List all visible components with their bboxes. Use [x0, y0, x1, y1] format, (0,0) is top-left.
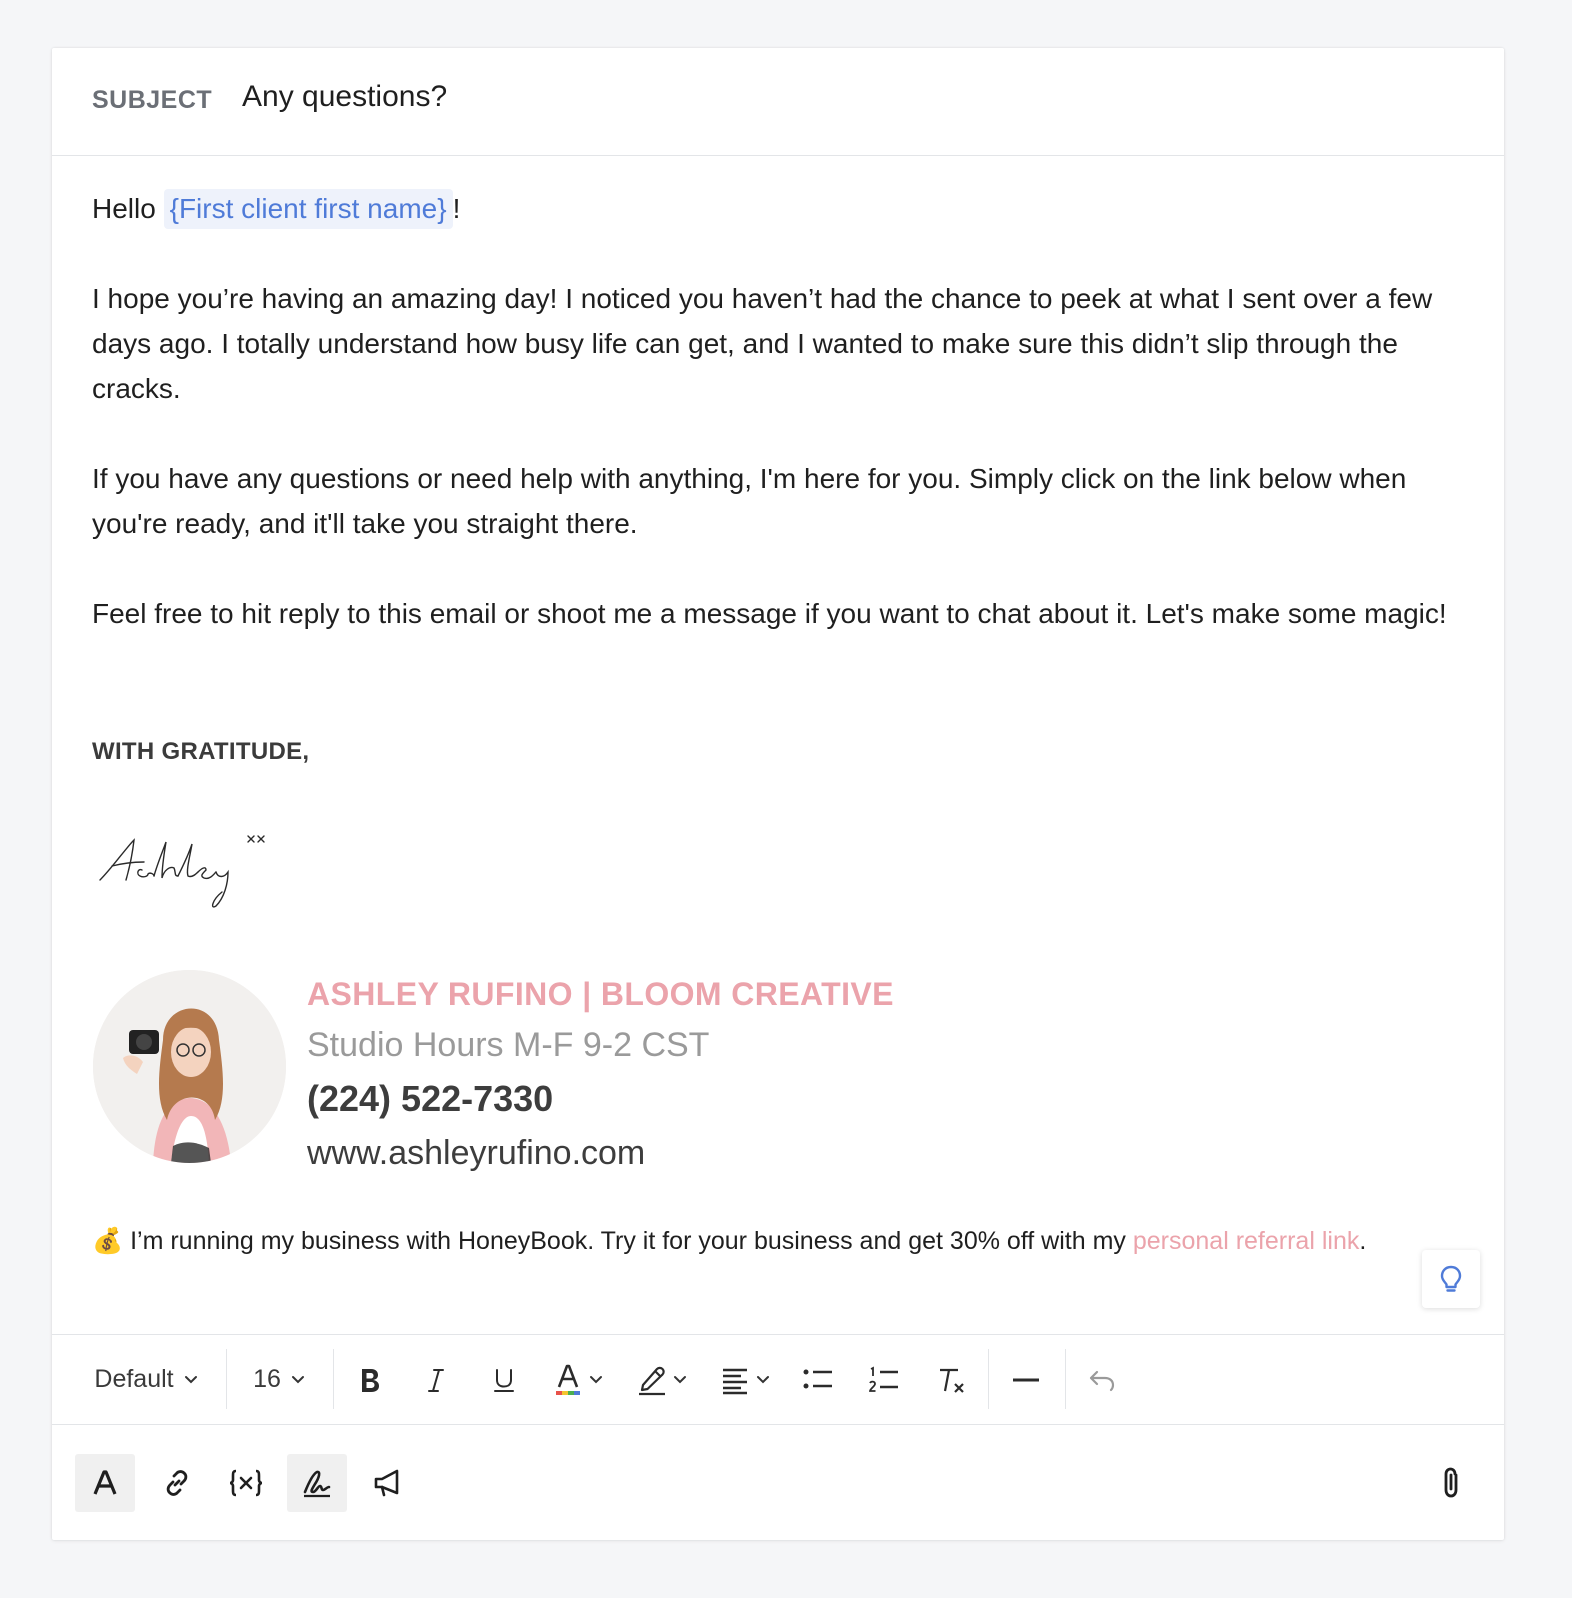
- signature-hours: Studio Hours M-F 9-2 CST: [307, 1026, 710, 1064]
- closing-text: WITH GRATITUDE,: [92, 738, 310, 765]
- greeting-suffix: !: [452, 193, 461, 224]
- font-family-select[interactable]: Default: [82, 1335, 212, 1424]
- highlight-button[interactable]: [630, 1335, 694, 1424]
- clear-format-icon: [940, 1368, 964, 1393]
- subject-row: SUBJECT Any questions?: [52, 48, 1504, 156]
- text-format-icon: [93, 1470, 117, 1495]
- bold-button[interactable]: [346, 1335, 394, 1424]
- body-paragraph: Feel free to hit reply to this email or …: [92, 598, 1447, 629]
- italic-button[interactable]: [412, 1335, 460, 1424]
- font-size-select[interactable]: 16: [242, 1335, 318, 1424]
- bullet-list-icon: [803, 1369, 832, 1388]
- formatting-toolbar: Default 16: [52, 1334, 1504, 1425]
- font-family-value: Default: [94, 1365, 174, 1393]
- link-icon: [166, 1470, 188, 1496]
- suggestions-button[interactable]: [1422, 1250, 1480, 1308]
- text-format-toggle-button[interactable]: [75, 1454, 135, 1512]
- align-icon: [723, 1368, 747, 1394]
- referral-note: 💰 I’m running my business with HoneyBook…: [92, 1222, 1432, 1261]
- chevron-down-icon: [674, 1375, 686, 1383]
- underline-button[interactable]: [480, 1335, 528, 1424]
- avatar: [93, 970, 286, 1163]
- text-color-icon: [556, 1364, 580, 1395]
- signature-phone: (224) 522-7330: [307, 1078, 554, 1119]
- referral-suffix: .: [1359, 1227, 1367, 1255]
- bold-icon: [362, 1368, 379, 1392]
- greeting-prefix: Hello: [92, 193, 164, 224]
- signature-name: ASHLEY RUFINO | BLOOM CREATIVE: [307, 976, 894, 1012]
- referral-text: I’m running my business with HoneyBook. …: [123, 1227, 1133, 1255]
- undo-icon: [1089, 1370, 1115, 1391]
- chevron-down-icon: [291, 1375, 304, 1383]
- megaphone-icon: [374, 1469, 399, 1497]
- variable-icon: [229, 1469, 263, 1497]
- subject-label: SUBJECT: [92, 86, 213, 114]
- undo-button[interactable]: [1078, 1335, 1126, 1424]
- body-paragraph: If you have any questions or need help w…: [92, 463, 1407, 539]
- clear-format-button[interactable]: [928, 1335, 976, 1424]
- referral-link[interactable]: personal referral link: [1133, 1227, 1360, 1255]
- signature-icon: [303, 1470, 331, 1498]
- italic-icon: [428, 1368, 444, 1392]
- first-name-token[interactable]: {First client first name}: [163, 189, 453, 229]
- greeting-line: Hello {First client first name}!: [92, 186, 1472, 231]
- announcement-button[interactable]: [358, 1454, 418, 1512]
- numbered-list-icon: [869, 1366, 898, 1392]
- money-bag-icon: 💰: [92, 1227, 124, 1255]
- horizontal-rule-button[interactable]: [1002, 1335, 1050, 1424]
- signature-website[interactable]: www.ashleyrufino.com: [307, 1134, 645, 1173]
- subject-input[interactable]: Any questions?: [242, 80, 447, 114]
- email-composer: SUBJECT Any questions? Hello {First clie…: [52, 48, 1504, 1540]
- insert-variable-button[interactable]: [216, 1454, 276, 1512]
- email-body-editor[interactable]: Hello {First client first name}! I hope …: [92, 186, 1472, 636]
- handwritten-signature: [99, 835, 265, 908]
- composer-actions-bar: [52, 1424, 1504, 1540]
- text-color-button[interactable]: [548, 1335, 610, 1424]
- attach-file-button[interactable]: [1422, 1454, 1482, 1512]
- chevron-down-icon: [184, 1375, 197, 1383]
- chevron-down-icon: [590, 1375, 602, 1383]
- numbered-list-button[interactable]: [860, 1335, 908, 1424]
- font-size-value: 16: [253, 1365, 281, 1393]
- underline-icon: [494, 1368, 514, 1392]
- chevron-down-icon: [757, 1375, 769, 1383]
- attachment-icon: [1444, 1467, 1458, 1498]
- body-paragraph: I hope you’re having an amazing day! I n…: [92, 283, 1433, 404]
- signature-button[interactable]: [287, 1454, 347, 1512]
- insert-link-button[interactable]: [147, 1454, 207, 1512]
- horizontal-rule-icon: [1013, 1378, 1039, 1381]
- bullet-list-button[interactable]: [794, 1335, 842, 1424]
- align-button[interactable]: [714, 1335, 778, 1424]
- highlight-icon: [639, 1366, 665, 1395]
- lightbulb-icon: [1440, 1265, 1462, 1292]
